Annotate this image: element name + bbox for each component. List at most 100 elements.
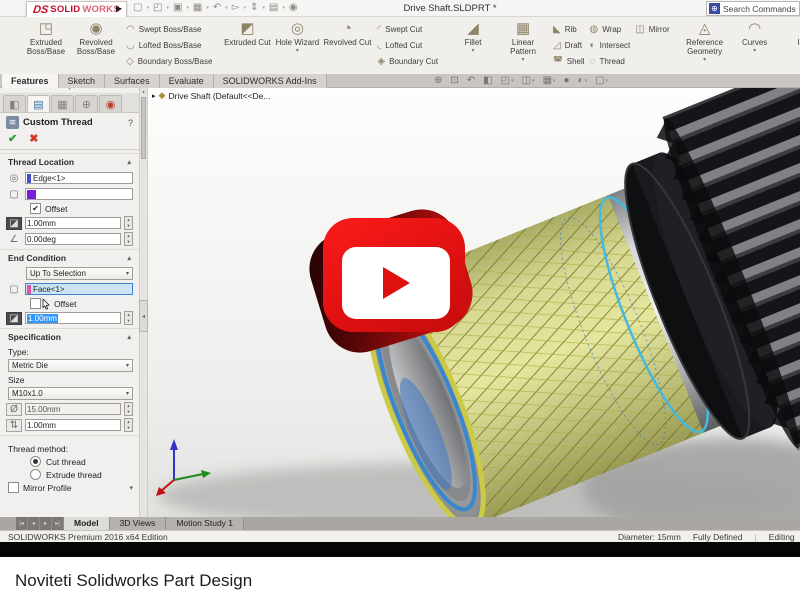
- undo-icon[interactable]: ↶: [213, 2, 221, 14]
- section-header-thread-location[interactable]: Thread Location▴: [0, 153, 139, 169]
- youtube-play-overlay[interactable]: [315, 210, 485, 360]
- ribbon-swept-cut-button[interactable]: ◜Swept Cut: [377, 23, 438, 36]
- panel-tab-propertymanager[interactable]: ▤: [27, 95, 50, 112]
- doc-tab-motion-study-1[interactable]: Motion Study 1: [166, 517, 244, 530]
- select-m10x1-0[interactable]: M10x1.0▾: [8, 387, 133, 400]
- ribbon-hole-wizard-button[interactable]: ◎Hole Wizard▾: [272, 20, 322, 55]
- tab-sketch[interactable]: Sketch: [59, 74, 106, 88]
- spin-down-icon[interactable]: ▾: [125, 425, 132, 431]
- options-icon[interactable]: ◉: [289, 2, 298, 14]
- section-header-end-condition[interactable]: End Condition▴: [0, 249, 139, 265]
- select-metric-die[interactable]: Metric Die▾: [8, 359, 133, 372]
- save-icon[interactable]: ▣: [173, 2, 182, 14]
- ribbon-draft-button[interactable]: ◿Draft: [553, 39, 585, 52]
- ribbon-extruded-cut-button[interactable]: ◩Extruded Cut: [222, 20, 272, 47]
- help-icon[interactable]: ?: [128, 118, 133, 128]
- ribbon-boundary-cut-button[interactable]: ◈Boundary Cut: [377, 55, 438, 68]
- spin-down-icon[interactable]: ▾: [125, 318, 132, 324]
- tab-nav-icon-0[interactable]: |◂: [16, 517, 28, 530]
- spinner-buttons[interactable]: ▴▾: [124, 216, 133, 230]
- ribbon-thread-button[interactable]: ◌Thread: [590, 55, 631, 68]
- spin-down-icon[interactable]: ▾: [125, 239, 132, 245]
- panel-collapse-handle[interactable]: ◂: [139, 300, 148, 332]
- spinner-buttons[interactable]: ▴▾: [124, 311, 133, 325]
- scroll-more-icon[interactable]: ▾: [129, 484, 133, 492]
- cancel-button[interactable]: ✖: [29, 132, 38, 145]
- checkbox-box[interactable]: ✔: [30, 203, 41, 214]
- tab-solidworks-add-ins[interactable]: SOLIDWORKS Add-Ins: [214, 74, 327, 88]
- ribbon-revolved-boss-base-button[interactable]: ◉Revolved Boss/Base: [71, 20, 121, 56]
- tab-surfaces[interactable]: Surfaces: [105, 74, 160, 88]
- rebuild-icon[interactable]: ⇕: [250, 2, 258, 14]
- search-commands-box[interactable]: ⊕ Search Commands: [706, 1, 800, 16]
- tree-expand-icon[interactable]: ▸: [152, 92, 156, 100]
- dropdown-caret-icon[interactable]: ▾: [753, 48, 756, 55]
- panel-tab-dimxpertmanager[interactable]: ⊕: [75, 95, 98, 112]
- new-document-icon[interactable]: ▢: [133, 2, 142, 14]
- radio-cut-thread[interactable]: Cut thread: [30, 456, 133, 467]
- tab-nav-icon-2[interactable]: ▸: [40, 517, 52, 530]
- ribbon-extruded-boss-base-button[interactable]: ◳Extruded Boss/Base: [21, 20, 71, 56]
- ribbon-intersect-button[interactable]: ◐Intersect: [590, 39, 631, 52]
- tab-features[interactable]: Features: [2, 74, 59, 88]
- dropdown-caret-icon[interactable]: ▾: [472, 48, 475, 55]
- spinner-buttons[interactable]: ▴▾: [124, 418, 133, 432]
- select-up-to-selection[interactable]: Up To Selection▾: [26, 267, 133, 280]
- graphics-area[interactable]: ▸ ◆ Drive Shaft (Default<<De...: [148, 88, 800, 517]
- face-selection-field[interactable]: [25, 188, 133, 200]
- ribbon-linear-pattern-button[interactable]: ▦Linear Pattern▾: [498, 20, 548, 64]
- radio-dot[interactable]: [30, 456, 41, 467]
- menu-flyout-arrow-icon[interactable]: ▶: [116, 4, 122, 13]
- spinner-buttons[interactable]: ▴▾: [124, 402, 133, 416]
- radio-extrude-thread[interactable]: Extrude thread: [30, 469, 133, 480]
- scrollbar-thumb[interactable]: [141, 97, 146, 159]
- ribbon-rib-button[interactable]: ◣Rib: [553, 23, 585, 36]
- view-settings-icon[interactable]: ▢▾: [595, 75, 608, 86]
- thread-diameter-field[interactable]: 15.00mm: [25, 403, 121, 415]
- ribbon-revolved-cut-button[interactable]: ◔Revolved Cut: [322, 20, 372, 47]
- select-icon[interactable]: ▻: [232, 2, 240, 14]
- section-header-specification[interactable]: Specification▴: [0, 328, 139, 344]
- checkbox-box[interactable]: [30, 298, 41, 309]
- dropdown-caret-icon[interactable]: ▾: [296, 48, 299, 55]
- previous-view-icon[interactable]: ↶: [467, 75, 475, 86]
- flyout-feature-tree[interactable]: ▸ ◆ Drive Shaft (Default<<De...: [152, 90, 270, 101]
- section-view-icon[interactable]: ◧: [483, 75, 492, 86]
- ribbon-mirror-button[interactable]: ◫Mirror: [635, 23, 669, 36]
- checkbox-offset[interactable]: Offset: [30, 298, 133, 309]
- thread-pitch-field[interactable]: 1.00mm: [25, 419, 121, 431]
- dropdown-caret-icon[interactable]: ▾: [703, 57, 706, 64]
- print-icon[interactable]: ▦: [193, 2, 202, 14]
- ribbon-swept-boss-base-button[interactable]: ◠Swept Boss/Base: [126, 23, 212, 36]
- ribbon-curves-button[interactable]: ◠Curves▾: [730, 20, 780, 55]
- scroll-up-icon[interactable]: ▴: [140, 88, 147, 96]
- panel-tab-displaymanager[interactable]: ◉: [99, 95, 122, 112]
- hide-show-items-icon[interactable]: ▦▾: [543, 75, 556, 86]
- checkbox-offset[interactable]: ✔Offset: [30, 203, 133, 214]
- offset-distance-field[interactable]: 1.00mm: [25, 217, 121, 229]
- edge-selection-field[interactable]: Edge<1>: [25, 172, 133, 184]
- ribbon-instant3d-button[interactable]: ◭Instant3D: [790, 20, 800, 47]
- doc-tab-model[interactable]: Model: [64, 517, 110, 530]
- ribbon-boundary-boss-base-button[interactable]: ◇Boundary Boss/Base: [126, 55, 212, 68]
- collapse-chevron-icon[interactable]: ▴: [127, 254, 131, 262]
- checkbox-mirror-profile[interactable]: Mirror Profile▾: [8, 482, 133, 493]
- apply-scene-icon[interactable]: ◐▾: [578, 75, 588, 86]
- tab-nav-icon-1[interactable]: ◂: [28, 517, 40, 530]
- zoom-to-area-icon[interactable]: ⊡: [450, 75, 458, 86]
- display-style-icon[interactable]: ◫▾: [522, 75, 535, 86]
- doc-tab-3d-views[interactable]: 3D Views: [110, 517, 167, 530]
- dropdown-caret-icon[interactable]: ▾: [522, 57, 525, 64]
- edit-appearance-icon[interactable]: ●: [564, 75, 570, 86]
- checkbox-box[interactable]: [8, 482, 19, 493]
- panel-tab-featuremanager[interactable]: ◧: [3, 95, 26, 112]
- ribbon-reference-geometry-button[interactable]: ◬Reference Geometry▾: [680, 20, 730, 64]
- angle-field[interactable]: 0.00deg: [25, 233, 121, 245]
- ribbon-shell-button[interactable]: ◚Shell: [553, 55, 585, 68]
- ribbon-fillet-button[interactable]: ◢Fillet▾: [448, 20, 498, 55]
- tab-evaluate[interactable]: Evaluate: [160, 74, 214, 88]
- collapse-chevron-icon[interactable]: ▴: [127, 333, 131, 341]
- open-icon[interactable]: ◰: [153, 2, 162, 14]
- collapse-chevron-icon[interactable]: ▴: [127, 158, 131, 166]
- radio-dot[interactable]: [30, 469, 41, 480]
